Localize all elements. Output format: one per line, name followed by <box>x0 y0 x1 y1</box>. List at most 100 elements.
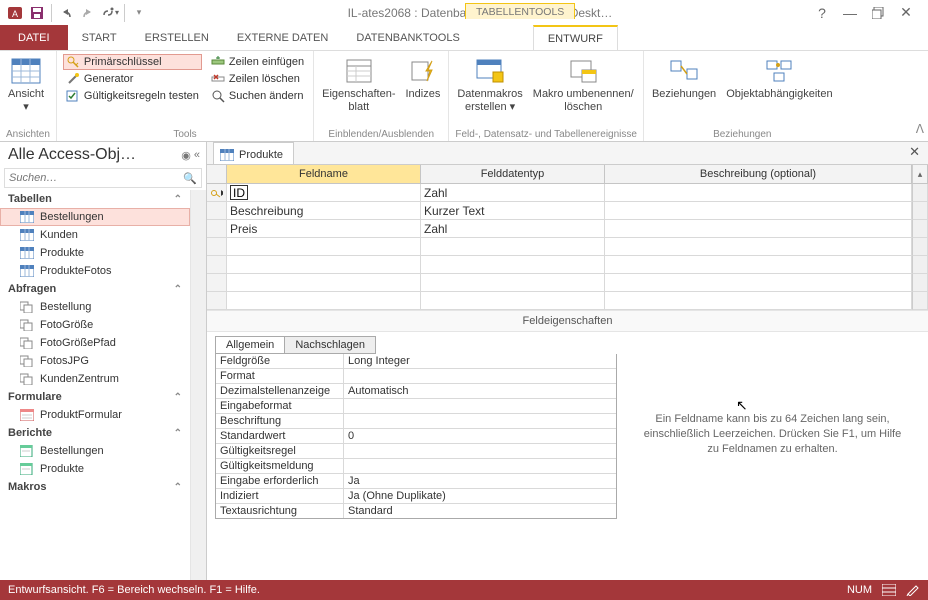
nav-item[interactable]: Produkte <box>0 244 190 262</box>
property-value[interactable]: 0 <box>344 429 616 443</box>
view-shortcut-datasheet[interactable] <box>882 584 896 596</box>
grid-scrollbar[interactable] <box>912 292 928 310</box>
property-row[interactable]: Gültigkeitsregel <box>216 444 616 459</box>
rename-macro-button[interactable]: Makro umbenennen/ löschen <box>531 54 636 113</box>
nav-item[interactable]: ProduktFormular <box>0 406 190 424</box>
row-selector[interactable] <box>207 184 227 202</box>
search-input[interactable] <box>9 172 183 184</box>
description-cell[interactable] <box>605 184 912 202</box>
property-row[interactable]: Format <box>216 369 616 384</box>
property-row[interactable]: Gültigkeitsmeldung <box>216 459 616 474</box>
tab-start[interactable]: START <box>68 25 131 50</box>
close-icon[interactable]: ✕ <box>894 1 918 25</box>
nav-category[interactable]: Formulare⌃ <box>0 388 190 406</box>
property-value[interactable]: Ja <box>344 474 616 488</box>
field-row[interactable]: BeschreibungKurzer Text <box>207 202 928 220</box>
save-icon[interactable] <box>26 2 48 24</box>
nav-category[interactable]: Makros⌃ <box>0 478 190 496</box>
description-cell[interactable] <box>605 274 912 292</box>
property-value[interactable] <box>344 459 616 473</box>
field-name-cell[interactable]: Beschreibung <box>227 202 421 220</box>
data-type-cell[interactable]: Zahl <box>421 220 605 238</box>
data-type-cell[interactable] <box>421 274 605 292</box>
nav-category[interactable]: Berichte⌃ <box>0 424 190 442</box>
nav-item[interactable]: Kunden <box>0 226 190 244</box>
field-name-cell[interactable] <box>227 274 421 292</box>
search-icon[interactable]: 🔍 <box>183 172 197 185</box>
description-cell[interactable] <box>605 292 912 310</box>
property-row[interactable]: DezimalstellenanzeigeAutomatisch <box>216 384 616 399</box>
nav-dropdown-icon[interactable]: ◉ <box>178 149 194 162</box>
property-row[interactable]: FeldgrößeLong Integer <box>216 354 616 369</box>
tab-general[interactable]: Allgemein <box>215 336 285 354</box>
nav-title[interactable]: Alle Access-Obj… <box>8 146 178 164</box>
nav-collapse-icon[interactable]: « <box>194 149 200 161</box>
close-document-icon[interactable]: ✕ <box>901 142 928 164</box>
restore-icon[interactable] <box>866 1 890 25</box>
link-icon[interactable]: ▾ <box>99 2 121 24</box>
row-selector[interactable] <box>207 238 227 256</box>
property-row[interactable]: TextausrichtungStandard <box>216 504 616 518</box>
property-value[interactable] <box>344 444 616 458</box>
grid-scrollbar[interactable] <box>912 220 928 238</box>
col-header-fieldname[interactable]: Feldname <box>227 165 421 184</box>
nav-item[interactable]: FotosJPG <box>0 352 190 370</box>
property-row[interactable]: Beschriftung <box>216 414 616 429</box>
help-icon[interactable]: ? <box>810 1 834 25</box>
nav-item[interactable]: FotoGröße <box>0 316 190 334</box>
delete-rows-button[interactable]: Zeilen löschen <box>208 71 307 87</box>
col-header-description[interactable]: Beschreibung (optional) <box>605 165 912 184</box>
property-row[interactable]: Eingabe erforderlichJa <box>216 474 616 489</box>
grid-scrollbar[interactable] <box>912 184 928 202</box>
data-type-cell[interactable] <box>421 292 605 310</box>
property-value[interactable] <box>344 369 616 383</box>
nav-search[interactable]: 🔍 <box>4 168 202 188</box>
data-type-cell[interactable]: Kurzer Text <box>421 202 605 220</box>
collapse-ribbon-icon[interactable]: ᐱ <box>916 122 924 136</box>
property-row[interactable]: Standardwert0 <box>216 429 616 444</box>
row-selector[interactable] <box>207 202 227 220</box>
description-cell[interactable] <box>605 256 912 274</box>
tab-file[interactable]: DATEI <box>0 25 68 50</box>
field-row[interactable] <box>207 274 928 292</box>
builder-button[interactable]: Generator <box>63 71 202 87</box>
tab-external-data[interactable]: EXTERNE DATEN <box>223 25 342 50</box>
description-cell[interactable] <box>605 202 912 220</box>
field-row[interactable]: IDZahl <box>207 184 928 202</box>
grid-scroll-up[interactable]: ▴ <box>912 165 928 184</box>
primary-key-button[interactable]: Primärschlüssel <box>63 54 202 70</box>
tab-lookup[interactable]: Nachschlagen <box>285 336 376 354</box>
nav-item[interactable]: FotoGrößePfad <box>0 334 190 352</box>
nav-item[interactable]: ProdukteFotos <box>0 262 190 280</box>
grid-scrollbar[interactable] <box>912 202 928 220</box>
description-cell[interactable] <box>605 220 912 238</box>
tab-db-tools[interactable]: DATENBANKTOOLS <box>342 25 474 50</box>
data-type-cell[interactable] <box>421 256 605 274</box>
nav-category[interactable]: Abfragen⌃ <box>0 280 190 298</box>
property-row[interactable]: Eingabeformat <box>216 399 616 414</box>
document-tab-produkte[interactable]: Produkte <box>213 142 294 164</box>
insert-rows-button[interactable]: Zeilen einfügen <box>208 54 307 70</box>
property-value[interactable] <box>344 414 616 428</box>
nav-item[interactable]: Bestellung <box>0 298 190 316</box>
row-selector-header[interactable] <box>207 165 227 184</box>
tab-design[interactable]: ENTWURF <box>533 25 618 50</box>
undo-icon[interactable] <box>55 2 77 24</box>
nav-item[interactable]: KundenZentrum <box>0 370 190 388</box>
indexes-button[interactable]: Indizes <box>404 54 443 101</box>
nav-item[interactable]: Bestellungen <box>0 208 190 226</box>
field-row[interactable] <box>207 292 928 310</box>
field-row[interactable] <box>207 238 928 256</box>
nav-item[interactable]: Bestellungen <box>0 442 190 460</box>
field-row[interactable] <box>207 256 928 274</box>
col-header-datatype[interactable]: Felddatentyp <box>421 165 605 184</box>
grid-scrollbar[interactable] <box>912 256 928 274</box>
field-name-cell[interactable] <box>227 238 421 256</box>
property-value[interactable] <box>344 399 616 413</box>
nav-category[interactable]: Tabellen⌃ <box>0 190 190 208</box>
object-deps-button[interactable]: Objektabhängigkeiten <box>724 54 834 101</box>
row-selector[interactable] <box>207 220 227 238</box>
view-button[interactable]: Ansicht▾ <box>6 54 46 113</box>
row-selector[interactable] <box>207 274 227 292</box>
description-cell[interactable] <box>605 238 912 256</box>
